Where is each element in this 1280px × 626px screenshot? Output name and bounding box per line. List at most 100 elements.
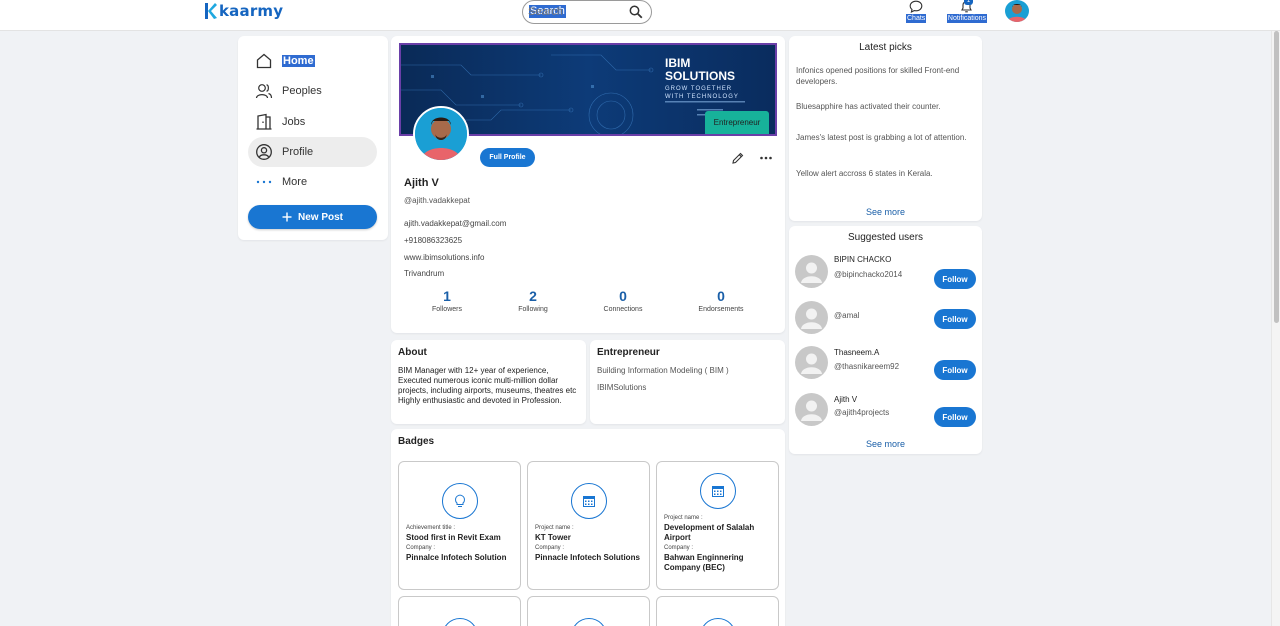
lightbulb-icon-wrap [442, 483, 478, 519]
lightbulb-icon [455, 494, 465, 507]
jobs-icon [256, 113, 272, 130]
sidebar-item-peoples[interactable]: Peoples [248, 76, 377, 106]
banner-title-line1: IBIM [665, 56, 690, 70]
chat-icon [909, 0, 923, 13]
kaarmy-logo-mark [205, 3, 217, 19]
about-title: About [398, 347, 427, 358]
pick-item[interactable]: Bluesapphire has activated their counter… [796, 101, 972, 112]
calendar-icon-wrap [571, 483, 607, 519]
stat-following[interactable]: 2 Following [488, 289, 578, 314]
profile-photo[interactable] [413, 106, 469, 162]
default-avatar-icon [801, 353, 822, 374]
people-icon [255, 84, 273, 99]
profile-photo-image [415, 108, 467, 160]
pick-item[interactable]: Infonics opened positions for skilled Fr… [796, 65, 972, 87]
calendar-icon [583, 496, 595, 507]
user-avatar[interactable] [1005, 0, 1029, 22]
badge-key: Company : [664, 545, 694, 551]
more-options-icon[interactable] [759, 151, 773, 165]
latest-picks-card: Latest picks Infonics opened positions f… [789, 36, 982, 221]
role-tag: Entrepreneur [705, 111, 769, 134]
scrollbar-thumb[interactable] [1274, 31, 1279, 323]
kaarmy-logo[interactable]: kaarmy [203, 0, 283, 22]
stat-followers[interactable]: 1 Followers [402, 289, 492, 314]
calendar-icon [712, 486, 724, 497]
page-scrollbar[interactable] [1271, 31, 1280, 626]
user-name[interactable]: Ajith V [834, 395, 857, 404]
badge-value: Pinnacle Infotech Solutions [535, 553, 640, 562]
badge-card[interactable]: Achievement title : Stood first in Revit… [398, 461, 521, 590]
brand-name: kaarmy [219, 2, 284, 20]
badge-card[interactable]: Project name : KT Tower Company : Pinnac… [527, 461, 650, 590]
follow-button[interactable]: Follow [934, 269, 976, 289]
sidebar-item-more[interactable]: More [248, 167, 377, 197]
badge-card[interactable]: Project name : Development of Salalah Ai… [656, 461, 779, 590]
user-name[interactable]: BIPIN CHACKO [834, 255, 891, 264]
badge-value: KT Tower [535, 533, 571, 542]
badge-card[interactable] [656, 596, 779, 626]
badge-key: Project name : [664, 515, 703, 521]
badges-card: Badges Achievement title : Stood first i… [391, 429, 785, 626]
profile-handle: @ajith.vadakkepat [404, 196, 470, 205]
new-post-label: New Post [297, 211, 343, 223]
entrepreneur-company: IBIMSolutions [597, 383, 647, 392]
chats-nav[interactable]: Chats [906, 0, 927, 23]
stat-endorsements-label: Endorsements [698, 306, 744, 313]
home-icon [256, 53, 272, 69]
badge-card[interactable] [398, 596, 521, 626]
banner-tagline1: GROW TOGETHER [665, 86, 732, 92]
user-handle: @ajith4projects [834, 408, 890, 417]
search-input[interactable] [528, 4, 623, 20]
suggested-users-title: Suggested users [847, 232, 924, 243]
notifications-nav[interactable]: 1 Notifications [944, 0, 990, 23]
entrepreneur-title: Entrepreneur [597, 347, 660, 358]
badge-key: Company : [535, 545, 565, 551]
sidebar-item-profile[interactable]: Profile [248, 137, 377, 167]
avatar[interactable] [795, 255, 828, 288]
suggested-see-more[interactable]: See more [789, 439, 982, 449]
latest-picks-see-more[interactable]: See more [789, 207, 982, 217]
new-post-button[interactable]: New Post [248, 205, 377, 229]
default-avatar-icon [801, 262, 822, 283]
sidebar-label-more: More [282, 176, 308, 188]
stat-endorsements[interactable]: 0 Endorsements [676, 289, 766, 314]
sidebar-item-jobs[interactable]: Jobs [248, 107, 377, 137]
about-card: About BIM Manager with 12+ year of exper… [391, 340, 586, 424]
user-handle: @amal [834, 311, 860, 320]
profile-email[interactable]: ajith.vadakkepat@gmail.com [404, 219, 506, 228]
badge-key: Achievement title : [406, 525, 456, 531]
notification-count-badge: 1 [964, 0, 973, 5]
pick-item[interactable]: James's latest post is grabbing a lot of… [796, 132, 972, 143]
avatar[interactable] [795, 393, 828, 426]
search-box[interactable]: Search [522, 0, 652, 24]
follow-button[interactable]: Follow [934, 309, 976, 329]
search-icon[interactable] [629, 5, 643, 19]
badge-icon-wrap [700, 618, 736, 626]
badge-value: Stood first in Revit Exam [406, 533, 501, 542]
profile-website[interactable]: www.ibimsolutions.info [404, 253, 484, 262]
notifications-label: Notifications [946, 14, 988, 23]
pick-item[interactable]: Yellow alert accross 6 states in Kerala. [796, 168, 972, 179]
badge-key: Project name : [535, 525, 574, 531]
default-avatar-icon [801, 400, 822, 421]
badge-card[interactable] [527, 596, 650, 626]
calendar-icon-wrap [700, 473, 736, 509]
profile-icon [256, 144, 272, 160]
banner-tagline2: WITH TECHNOLOGY [665, 94, 739, 100]
avatar[interactable] [795, 346, 828, 379]
stat-connections[interactable]: 0 Connections [578, 289, 668, 314]
user-name[interactable]: Thasneem.A [834, 348, 879, 357]
sidebar-label-profile: Profile [282, 146, 314, 158]
full-profile-button[interactable]: Full Profile [480, 148, 535, 167]
follow-button[interactable]: Follow [934, 407, 976, 427]
sidebar-item-home[interactable]: Home [248, 46, 377, 76]
stat-connections-label: Connections [603, 306, 643, 313]
default-avatar-icon [801, 308, 822, 329]
avatar[interactable] [795, 301, 828, 334]
edit-pencil-icon[interactable] [731, 151, 745, 165]
follow-button[interactable]: Follow [934, 360, 976, 380]
profile-card: IBIM SOLUTIONS GROW TOGETHER WITH TECHNO… [391, 36, 785, 333]
latest-picks-title: Latest picks [859, 42, 912, 53]
stat-following-label: Following [518, 306, 548, 313]
suggested-users-card: Suggested users BIPIN CHACKO @bipinchack… [789, 226, 982, 454]
